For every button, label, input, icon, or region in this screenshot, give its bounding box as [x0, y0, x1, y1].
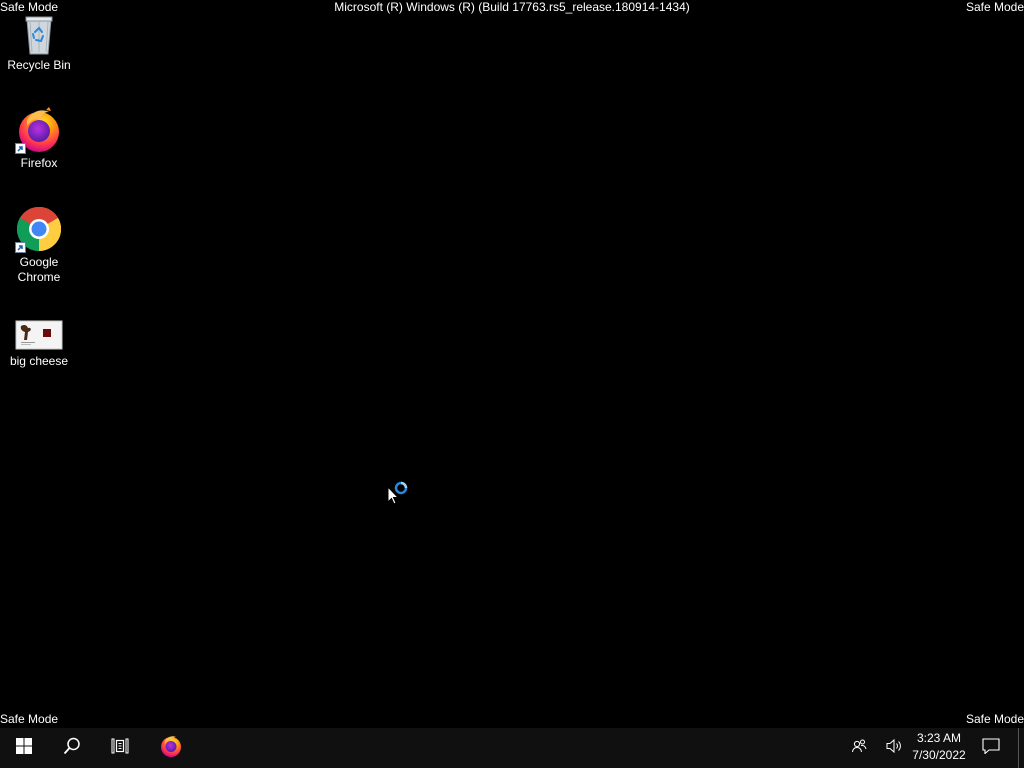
search-icon [63, 737, 81, 760]
safe-mode-label-bottom-right: Safe Mode [965, 712, 1024, 726]
firefox-icon [15, 106, 63, 154]
show-desktop-button[interactable] [1018, 728, 1019, 768]
clock-time: 3:23 AM [916, 731, 962, 745]
shortcut-arrow-icon [15, 242, 26, 253]
desktop-icon-recycle-bin[interactable]: Recycle Bin [2, 8, 76, 73]
action-center-icon [982, 737, 1000, 759]
taskbar: 3:23 AM 7/30/2022 [0, 728, 1024, 768]
task-view-icon [111, 738, 129, 759]
desktop-icon-label: Firefox [20, 156, 58, 170]
firefox-icon [159, 734, 183, 763]
start-button[interactable] [0, 728, 48, 768]
action-center-button[interactable] [978, 728, 1004, 768]
desktop-icon-label: Google Chrome [17, 255, 61, 284]
desktop[interactable]: Safe Mode Safe Mode Safe Mode Safe Mode … [0, 0, 1024, 768]
volume-icon [886, 738, 904, 759]
clock[interactable]: 3:23 AM 7/30/2022 [908, 730, 970, 766]
recycle-bin-icon [15, 8, 63, 56]
safe-mode-label-bottom-left: Safe Mode [0, 712, 59, 726]
shortcut-arrow-icon [15, 143, 26, 154]
people-icon [851, 738, 867, 759]
desktop-icon-firefox[interactable]: Firefox [2, 106, 76, 171]
people-button[interactable] [846, 728, 872, 768]
search-button[interactable] [48, 728, 96, 768]
chrome-icon [15, 205, 63, 253]
windows-logo-icon [16, 737, 32, 759]
desktop-icon-big-cheese[interactable]: big cheese [2, 318, 76, 369]
volume-button[interactable] [882, 728, 908, 768]
task-view-button[interactable] [96, 728, 144, 768]
desktop-icon-google-chrome[interactable]: Google Chrome [2, 205, 76, 285]
desktop-icon-label: big cheese [9, 354, 69, 368]
clock-date: 7/30/2022 [912, 748, 966, 762]
desktop-icon-label: Recycle Bin [7, 58, 71, 72]
busy-cursor-icon [387, 479, 413, 507]
taskbar-firefox-button[interactable] [147, 728, 195, 768]
image-thumbnail-icon [15, 318, 63, 352]
build-string: Microsoft (R) Windows (R) (Build 17763.r… [334, 0, 690, 14]
